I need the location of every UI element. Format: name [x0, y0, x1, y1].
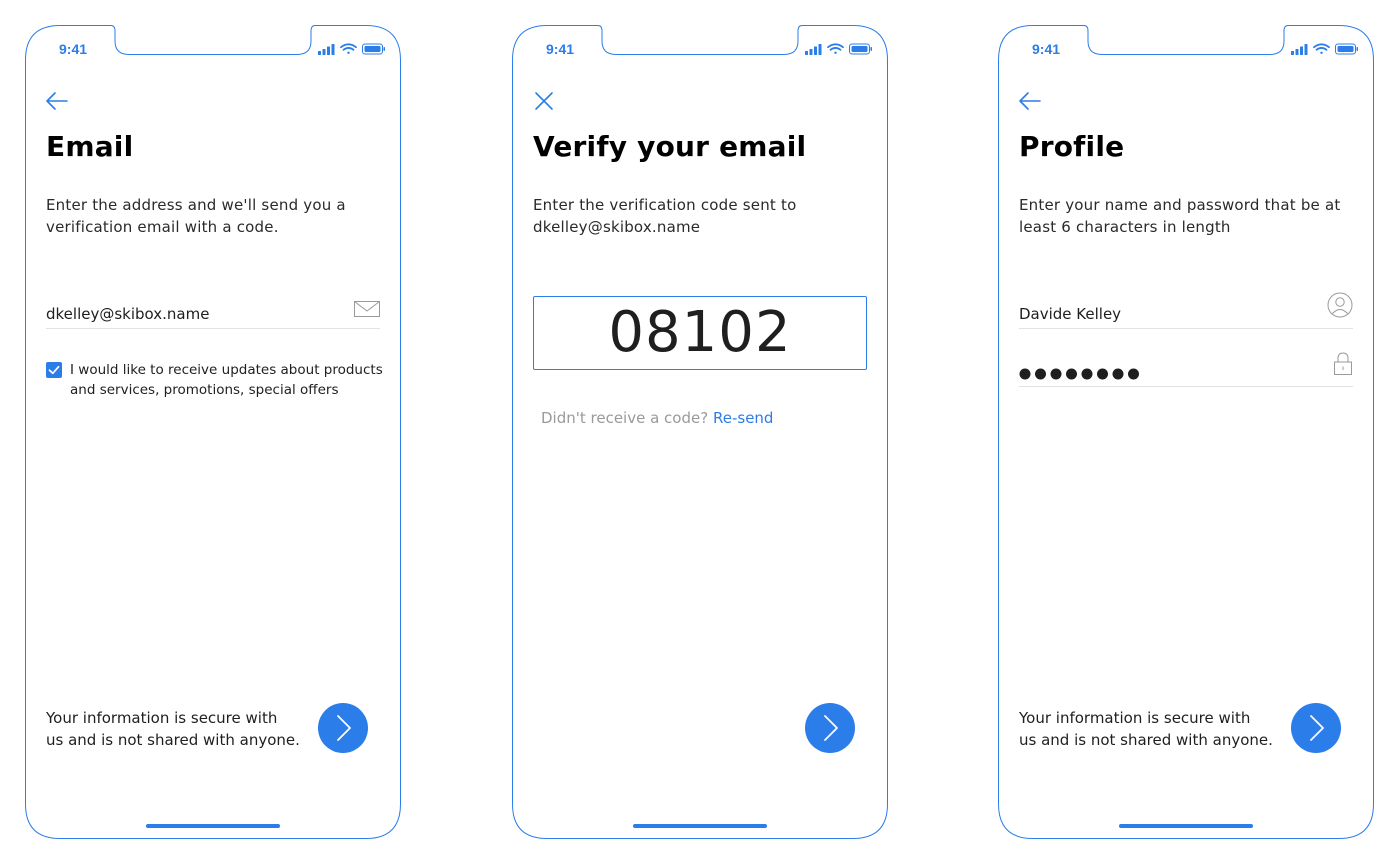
back-arrow-icon[interactable] — [45, 91, 69, 111]
checkmark-icon — [48, 365, 60, 375]
security-note-line: Your information is secure with — [46, 709, 278, 727]
status-icons — [1291, 42, 1359, 60]
verification-code[interactable]: 08102 — [608, 300, 791, 365]
close-icon[interactable] — [532, 91, 556, 111]
resend-prompt: Didn't receive a code? — [541, 409, 709, 427]
description-line: Enter the verification code sent to — [533, 196, 797, 214]
next-button[interactable] — [318, 703, 368, 753]
security-note-line: us and is not shared with anyone. — [1019, 731, 1273, 749]
status-icons — [805, 42, 873, 60]
password-mask[interactable] — [1019, 368, 1149, 380]
home-indicator — [633, 824, 767, 828]
email-value[interactable]: dkelley@skibox.name — [46, 305, 209, 323]
wifi-icon — [1313, 43, 1330, 54]
page-description: Enter the address and we'll send you a v… — [46, 194, 366, 238]
chevron-right-icon — [1310, 715, 1324, 741]
back-arrow-icon[interactable] — [1018, 91, 1042, 111]
page-description: Enter your name and password that be at … — [1019, 194, 1341, 238]
security-note: Your information is secure with us and i… — [1019, 707, 1273, 751]
consent-label-line: I would like to receive updates about pr… — [70, 362, 383, 378]
status-time: 9:41 — [1032, 41, 1061, 57]
email-field[interactable]: dkelley@skibox.name — [46, 295, 380, 329]
user-icon — [1327, 292, 1353, 323]
security-note-line: Your information is secure with — [1019, 709, 1251, 727]
description-line: verification email with a code. — [46, 218, 279, 236]
name-field[interactable]: Davide Kelley — [1019, 292, 1353, 329]
page-title: Verify your email — [533, 130, 807, 163]
password-dot — [1112, 368, 1124, 380]
status-time: 9:41 — [59, 41, 88, 57]
phone-email-screen: 9:41 Email Enter the address and we'll s… — [25, 25, 401, 839]
signal-icon — [805, 44, 822, 55]
page-title: Profile — [1019, 130, 1125, 163]
consent-checkbox[interactable] — [46, 362, 62, 378]
home-indicator — [1119, 824, 1253, 828]
resend-link[interactable]: Re-send — [713, 409, 773, 427]
password-dot — [1128, 368, 1139, 380]
wifi-icon — [827, 43, 844, 54]
password-dot — [1050, 368, 1062, 380]
security-note-line: us and is not shared with anyone. — [46, 731, 300, 749]
battery-icon — [362, 43, 385, 55]
password-dot — [1019, 368, 1031, 380]
next-button[interactable] — [1291, 703, 1341, 753]
description-line: Enter the address and we'll send you a — [46, 196, 346, 214]
lock-icon — [1333, 352, 1353, 381]
verification-code-input[interactable]: 08102 — [533, 296, 867, 370]
signal-icon — [318, 44, 335, 55]
resend-row: Didn't receive a code? Re-send — [541, 409, 773, 427]
wifi-icon — [340, 43, 357, 54]
consent-label-line: and services, promotions, special offers — [70, 382, 339, 398]
phone-profile-screen: 9:41 Profile Enter your name and passwor… — [998, 25, 1374, 839]
page-title: Email — [46, 130, 134, 163]
mail-icon — [354, 301, 380, 324]
status-icons — [318, 42, 386, 60]
battery-icon — [1335, 43, 1358, 55]
next-button[interactable] — [805, 703, 855, 753]
signal-icon — [1291, 44, 1308, 55]
home-indicator — [146, 824, 280, 828]
phone-verify-screen: 9:41 Verify your email Enter the verific… — [512, 25, 888, 839]
status-time: 9:41 — [546, 41, 575, 57]
password-dot — [1081, 368, 1093, 380]
name-value[interactable]: Davide Kelley — [1019, 305, 1121, 323]
description-line: dkelley@skibox.name — [533, 218, 701, 236]
password-dot — [1097, 368, 1108, 380]
chevron-right-icon — [337, 715, 351, 741]
battery-icon — [849, 43, 872, 55]
description-line: least 6 characters in length — [1019, 218, 1231, 236]
description-line: Enter your name and password that be at — [1019, 196, 1341, 214]
chevron-right-icon — [824, 715, 838, 741]
consent-label: I would like to receive updates about pr… — [70, 360, 383, 400]
password-dot — [1066, 368, 1077, 380]
security-note: Your information is secure with us and i… — [46, 707, 300, 751]
password-dot — [1035, 368, 1046, 380]
password-field[interactable] — [1019, 352, 1353, 387]
page-description: Enter the verification code sent to dkel… — [533, 194, 853, 238]
